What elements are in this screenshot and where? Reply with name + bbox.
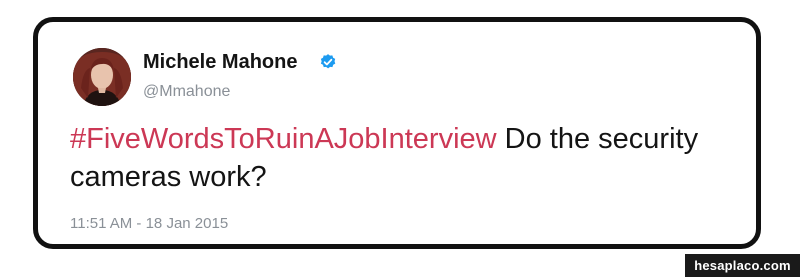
hashtag-link[interactable]: #FiveWordsToRuinAJobInterview — [70, 123, 497, 155]
screenshot-canvas: Michele Mahone @Mmahone #FiveWordsToRuin… — [0, 0, 800, 277]
tweet-text: #FiveWordsToRuinAJobInterview Do the sec… — [70, 120, 730, 196]
avatar-photo-icon — [73, 48, 131, 106]
avatar[interactable] — [73, 48, 131, 106]
verified-badge-icon — [319, 53, 337, 71]
watermark: hesaplaco.com — [685, 254, 800, 277]
user-handle[interactable]: @Mmahone — [143, 82, 230, 102]
tweet-timestamp[interactable]: 11:51 AM - 18 Jan 2015 — [70, 215, 228, 233]
display-name[interactable]: Michele Mahone — [143, 50, 297, 74]
tweet-card: Michele Mahone @Mmahone #FiveWordsToRuin… — [33, 17, 761, 249]
